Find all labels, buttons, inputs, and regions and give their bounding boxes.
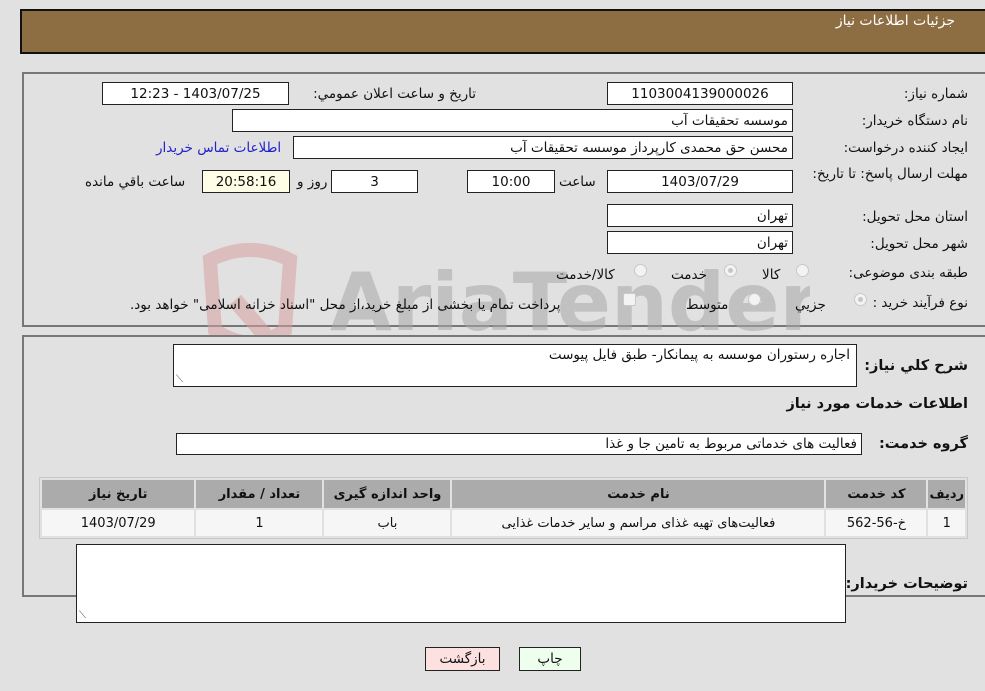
resize-grip-icon[interactable]: ⟋ xyxy=(176,374,183,385)
city-label: شهر محل تحویل: xyxy=(870,236,968,252)
announce-datetime-label: تاریخ و ساعت اعلان عمومي: xyxy=(313,86,476,102)
service-group-label: گروه خدمت: xyxy=(878,436,968,452)
category-option-goods-service: کالا/خدمت xyxy=(556,267,615,283)
category-radio-goods-service[interactable] xyxy=(634,264,647,277)
deadline-label: مهلت ارسال پاسخ: تا تاریخ: xyxy=(812,166,968,182)
service-group-field[interactable]: فعالیت های خدماتی مربوط به تامین جا و غذ… xyxy=(176,433,862,455)
remaining-time-field: 20:58:16 xyxy=(202,170,290,193)
col-unit: واحد اندازه گیری xyxy=(324,480,451,508)
table-row: 1 خ-56-562 فعالیت‌های تهیه غذای مراسم و … xyxy=(42,510,965,536)
province-label: استان محل تحویل: xyxy=(862,209,968,225)
days-label: روز و xyxy=(297,174,328,190)
buyer-notes-textarea[interactable]: ⟋ xyxy=(76,544,846,623)
category-radio-service[interactable] xyxy=(724,264,737,277)
cell-need-date: 1403/07/29 xyxy=(42,510,195,536)
deadline-time-field[interactable]: 10:00 xyxy=(467,170,555,193)
description-text: اجاره رستوران موسسه به پیمانکار- طبق فای… xyxy=(548,347,850,363)
requester-label: ایجاد کننده درخواست: xyxy=(843,140,968,156)
services-heading: اطلاعات خدمات مورد نیاز xyxy=(786,396,968,412)
purchase-type-label: نوع فرآیند خرید : xyxy=(872,295,968,311)
announce-datetime-field[interactable]: 1403/07/25 - 12:23 xyxy=(102,82,289,105)
buyer-contact-link[interactable]: اطلاعات تماس خریدار xyxy=(156,140,281,156)
city-field[interactable]: تهران xyxy=(607,231,793,254)
print-button[interactable]: چاپ xyxy=(519,647,581,671)
cell-service-code: خ-56-562 xyxy=(826,510,927,536)
category-label: طبقه بندی موضوعی: xyxy=(848,265,968,281)
cell-service-name: فعالیت‌های تهیه غذای مراسم و سایر خدمات … xyxy=(452,510,825,536)
description-textarea[interactable]: اجاره رستوران موسسه به پیمانکار- طبق فای… xyxy=(173,344,857,387)
treasury-note: پرداخت تمام یا بخشی از مبلغ خرید،از محل … xyxy=(130,297,561,313)
purchase-radio-medium[interactable] xyxy=(748,293,761,306)
buyer-org-label: نام دستگاه خریدار: xyxy=(861,113,968,129)
col-service-name: نام خدمت xyxy=(452,480,825,508)
remaining-time-label: ساعت باقي مانده xyxy=(85,174,186,190)
buyer-notes-label: توضیحات خریدار: xyxy=(845,576,968,592)
buyer-org-field[interactable]: موسسه تحقیقات آب xyxy=(232,109,793,132)
table-header-row: ردیف کد خدمت نام خدمت واحد اندازه گیری ت… xyxy=(42,480,965,508)
cell-unit: باب xyxy=(324,510,451,536)
description-label: شرح کلي نیاز: xyxy=(864,358,968,374)
purchase-radio-minor[interactable] xyxy=(854,293,867,306)
category-radio-goods[interactable] xyxy=(796,264,809,277)
services-table: ردیف کد خدمت نام خدمت واحد اندازه گیری ت… xyxy=(39,477,968,539)
cell-quantity: 1 xyxy=(196,510,323,536)
col-row-number: ردیف xyxy=(928,480,965,508)
col-quantity: تعداد / مقدار xyxy=(196,480,323,508)
deadline-time-label: ساعت xyxy=(559,174,596,190)
province-field[interactable]: تهران xyxy=(607,204,793,227)
cell-row-number: 1 xyxy=(928,510,965,536)
col-need-date: تاریخ نیاز xyxy=(42,480,195,508)
back-button[interactable]: بازگشت xyxy=(425,647,500,671)
deadline-date-field[interactable]: 1403/07/29 xyxy=(607,170,793,193)
category-option-service: خدمت xyxy=(671,267,707,283)
resize-grip-icon[interactable]: ⟋ xyxy=(79,610,86,621)
need-number-field[interactable]: 1103004139000026 xyxy=(607,82,793,105)
category-option-goods: کالا xyxy=(762,267,781,283)
remaining-days-field[interactable]: 3 xyxy=(331,170,418,193)
need-number-label: شماره نیاز: xyxy=(903,86,968,102)
page-title: جزئیات اطلاعات نیاز xyxy=(835,13,955,29)
purchase-option-medium: متوسط xyxy=(686,297,729,313)
purchase-option-minor: جزيي xyxy=(795,297,826,313)
requester-field[interactable]: محسن حق محمدی کارپرداز موسسه تحقیقات آب xyxy=(293,136,793,159)
col-service-code: کد خدمت xyxy=(826,480,927,508)
treasury-checkbox[interactable] xyxy=(623,293,636,306)
